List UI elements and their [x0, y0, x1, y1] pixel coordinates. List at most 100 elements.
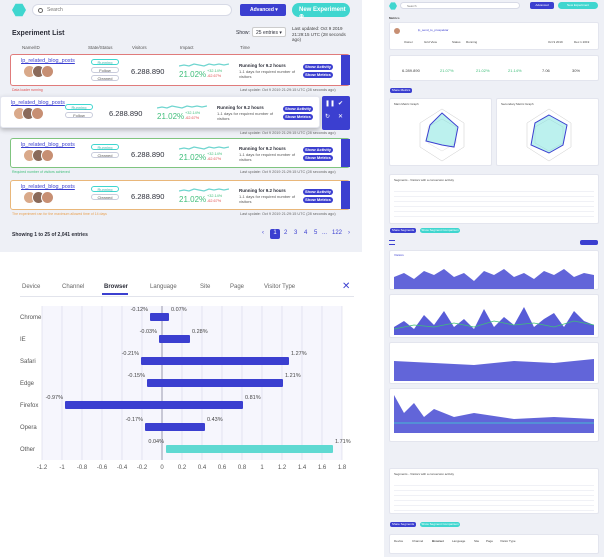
share-segments-button[interactable]: Share Segments [390, 228, 416, 233]
search-input[interactable]: Search [400, 2, 520, 9]
tab-browser[interactable]: Browser [104, 284, 128, 290]
table-row[interactable]: lp_related_blog_posts Running Follow Cle… [10, 54, 350, 86]
page-link[interactable]: 3 [294, 230, 297, 236]
show-metrics-button[interactable]: Show Metrics [283, 114, 313, 120]
share-segments-button[interactable]: Share Segments [390, 522, 416, 527]
high-value-label: 0.81% [245, 395, 261, 401]
delete-icon[interactable]: ✕ [338, 113, 343, 120]
tab-visitor-type[interactable]: Visitor Type [264, 284, 295, 290]
tab-site[interactable]: Site [200, 284, 210, 290]
tab-visitor-type[interactable]: Visitor Type [500, 539, 516, 543]
tab-language[interactable]: Language [452, 539, 465, 543]
category-label: Other [20, 447, 35, 453]
advanced-button[interactable]: Advanced [530, 2, 554, 9]
pagination-next[interactable]: › [348, 230, 350, 236]
pause-icon[interactable]: ❚❚ [325, 100, 335, 107]
experiment-name[interactable]: lp_related_blog_posts [21, 142, 75, 148]
segment-comparison-button[interactable]: Show Segment Comparison [420, 228, 460, 233]
header-chip[interactable]: Grid View [424, 40, 437, 44]
low-value-label: -0.12% [131, 307, 149, 313]
tab-channel[interactable]: Channel [412, 539, 423, 543]
table-row[interactable]: lp_related_blog_posts Running Cleaned 6.… [10, 180, 350, 210]
avatar-group [23, 149, 63, 163]
segments-table [394, 481, 594, 511]
experiment-dashboard-panel: Search Advanced New Experiment Metrics l… [384, 0, 604, 557]
tab-page[interactable]: Page [486, 539, 493, 543]
stat-value: 7.06 [542, 68, 550, 73]
page-ellipsis: ... [322, 230, 328, 236]
status-badge: Follow [91, 67, 119, 73]
page-link[interactable]: 2 [284, 230, 287, 236]
segments-table [394, 187, 594, 221]
show-metrics-button[interactable]: Show Metrics [303, 72, 333, 78]
header-chip[interactable]: Status [452, 40, 461, 44]
page-current[interactable]: 1 [270, 229, 280, 239]
row-actions-tab[interactable] [341, 55, 350, 85]
date-chip[interactable]: Dec 1 2019 [574, 40, 589, 44]
row-warning: Required number of visitors achieved [12, 170, 70, 174]
timeseries-card [389, 294, 599, 338]
menu-icon[interactable] [389, 240, 395, 245]
browser-range-chart: -1.2 -1 -0.8 -0.6 -0.4 -0.2 0 0.2 0.4 0.6 0.8 1 1.2 1… [20, 306, 351, 471]
impact-down: -62.67% [207, 73, 222, 78]
show-activity-button[interactable]: Show Activity [303, 64, 333, 70]
tab-page[interactable]: Page [230, 284, 244, 290]
entries-select[interactable]: 25 entries ▾ [252, 27, 286, 37]
page-link[interactable]: 5 [314, 230, 317, 236]
header-chip[interactable]: Running [466, 40, 477, 44]
search-input[interactable]: Search [32, 4, 232, 16]
page-link[interactable]: 122 [332, 230, 342, 236]
x-tick-label: 0.4 [198, 465, 207, 471]
tab-site[interactable]: Site [474, 539, 479, 543]
new-experiment-button[interactable]: New Experiment ⊕ [292, 3, 350, 20]
tab-browser[interactable]: Browser [432, 539, 444, 543]
segment-comparison-button[interactable]: Show Segment Comparison [420, 522, 460, 527]
refresh-icon[interactable]: ↻ [325, 113, 330, 120]
experiment-name[interactable]: lp_related_blog_posts [21, 58, 75, 64]
row-action-menu[interactable]: ❚❚ ✔ ↻ ✕ [322, 96, 350, 130]
share-metrics-button[interactable]: Share Metrics [390, 88, 412, 93]
x-tick-label: 0.8 [238, 465, 247, 471]
advanced-button[interactable]: Advanced ▾ [240, 4, 286, 16]
visitors-value: 6.288.890 [131, 192, 165, 201]
tab-device[interactable]: Device [394, 539, 403, 543]
low-value-label: -0.15% [128, 373, 146, 379]
show-activity-button[interactable]: Show Activity [303, 147, 333, 153]
tab-device[interactable]: Device [22, 284, 40, 290]
app-logo[interactable] [12, 3, 26, 17]
row-actions-tab[interactable] [341, 181, 350, 209]
experiment-name[interactable]: lp_related_blog_posts [21, 184, 75, 190]
date-chip[interactable]: Oct 9 2019 [548, 40, 563, 44]
experiment-name[interactable]: lp_related_blog_posts [11, 100, 65, 106]
range-bar [150, 313, 169, 321]
close-icon[interactable]: ✕ [342, 281, 350, 292]
show-metrics-button[interactable]: Show Metrics [303, 197, 333, 203]
page-link[interactable]: 4 [304, 230, 307, 236]
tab-channel[interactable]: Channel [62, 284, 84, 290]
export-button[interactable] [580, 240, 598, 245]
tab-language[interactable]: Language [150, 284, 177, 290]
table-row[interactable]: lp_related_blog_posts Running Cleaned 6.… [10, 138, 350, 168]
show-activity-button[interactable]: Show Activity [303, 189, 333, 195]
visitors-value: 6.288.890 [131, 67, 165, 76]
table-row[interactable]: lp_related_blog_posts Running Follow 6.2… [0, 96, 320, 128]
row-updated: Last update: Oct 9 2019 21:29:15 UTC (28… [240, 88, 336, 92]
new-experiment-button[interactable]: New Experiment [558, 2, 598, 9]
stat-value: 21.14% [508, 68, 522, 73]
sparkline [179, 146, 229, 150]
avatar [31, 107, 44, 120]
search-placeholder: Search [47, 7, 63, 13]
radar-title: Secondary Metric Graph [501, 102, 534, 106]
pagination-prev[interactable]: ‹ [262, 230, 264, 236]
impact-range: +32.14% -62.67% [207, 194, 222, 203]
check-icon[interactable]: ✔ [338, 100, 343, 107]
header-chip[interactable]: Owner [404, 40, 413, 44]
sparkline [179, 188, 229, 192]
show-activity-button[interactable]: Show Activity [283, 106, 313, 112]
stats-card: 6.289.890 21.07% 21.02% 21.14% 7.06 30% [389, 55, 599, 81]
app-logo[interactable] [389, 2, 397, 10]
row-actions-tab[interactable] [341, 139, 350, 167]
show-metrics-button[interactable]: Show Metrics [303, 155, 333, 161]
impact-value: 21.02% [157, 112, 185, 121]
experiment-name[interactable]: lp_send_to_prospektar [418, 28, 449, 32]
